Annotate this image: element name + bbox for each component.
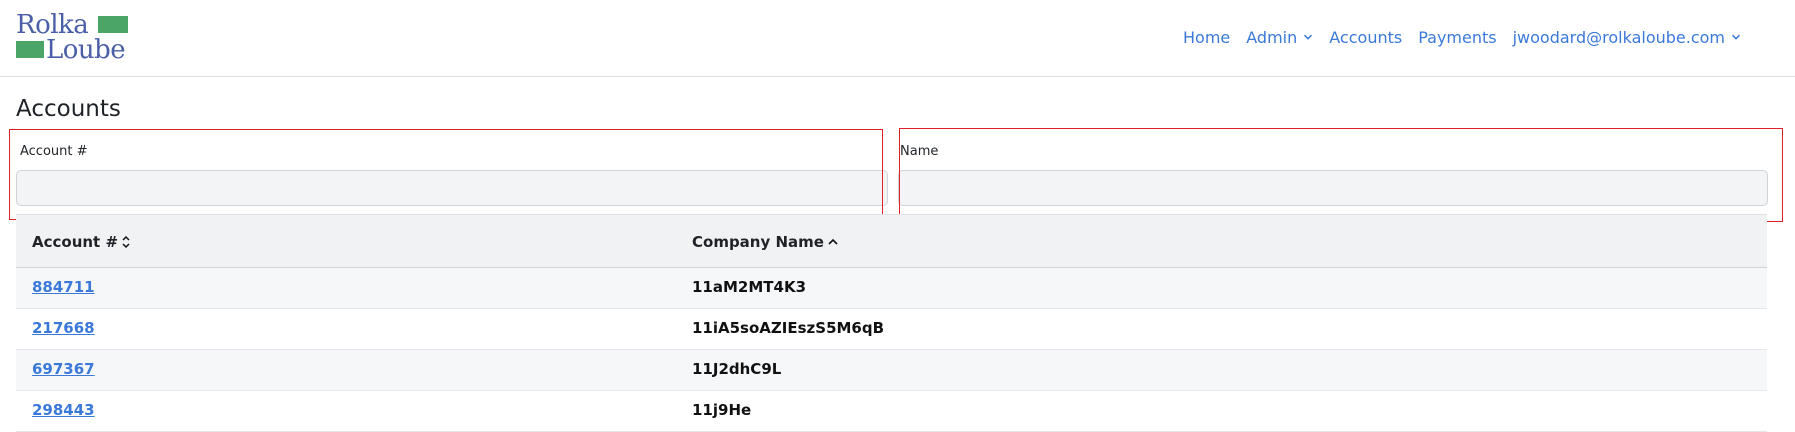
nav-user-dropdown[interactable]: jwoodard@rolkaloube.com	[1513, 28, 1741, 47]
logo-green-block-bottom	[16, 41, 44, 58]
logo-green-block-top	[98, 16, 128, 33]
company-name-cell: 11aM2MT4K3	[692, 278, 807, 296]
nav-admin-label: Admin	[1246, 27, 1298, 47]
account-number-filter-label: Account #	[20, 144, 88, 159]
nav-payments-link[interactable]: Payments	[1418, 28, 1496, 47]
table-row: 697367 11J2dhC9L	[16, 350, 1767, 391]
account-number-filter-input[interactable]	[16, 170, 888, 206]
main-nav: Home Admin Accounts Payments jwoodard@ro…	[1183, 25, 1741, 49]
accounts-table: Account # Company Name 884711 11aM2MT4K3…	[16, 214, 1767, 432]
account-number-link[interactable]: 217668	[32, 319, 95, 337]
name-filter-input[interactable]	[898, 170, 1768, 206]
sort-up-icon	[828, 238, 838, 245]
sort-both-icon	[122, 235, 130, 249]
account-number-link[interactable]: 884711	[32, 278, 95, 296]
brand-logo[interactable]: Rolka Loube	[16, 8, 132, 64]
nav-payments-label: Payments	[1418, 27, 1497, 47]
column-header-company-name[interactable]: Company Name	[692, 233, 839, 251]
table-row: 298443 11j9He	[16, 391, 1767, 432]
table-row: 217668 11iA5soAZIEszS5M6qB	[16, 309, 1767, 350]
table-row: 884711 11aM2MT4K3	[16, 268, 1767, 309]
account-number-link[interactable]: 697367	[32, 360, 95, 378]
column-header-company-label: Company Name	[692, 233, 824, 251]
chevron-down-icon	[1731, 34, 1741, 40]
company-name-cell: 11j9He	[692, 401, 752, 419]
nav-admin-dropdown[interactable]: Admin	[1246, 28, 1313, 47]
table-header-row: Account # Company Name	[16, 214, 1767, 268]
company-name-cell: 11iA5soAZIEszS5M6qB	[692, 319, 885, 337]
nav-user-email: jwoodard@rolkaloube.com	[1512, 27, 1725, 47]
nav-accounts-link[interactable]: Accounts	[1329, 28, 1402, 47]
nav-home-label: Home	[1183, 27, 1231, 47]
column-header-account-label: Account #	[32, 233, 119, 251]
nav-home-link[interactable]: Home	[1183, 28, 1230, 47]
nav-accounts-label: Accounts	[1329, 27, 1403, 47]
account-number-link[interactable]: 298443	[32, 401, 95, 419]
top-navbar: Rolka Loube Home Admin Accounts Payments…	[0, 0, 1795, 77]
company-name-cell: 11J2dhC9L	[692, 360, 782, 378]
logo-word-loube: Loube	[46, 35, 126, 65]
page-title: Accounts	[16, 96, 121, 122]
column-header-account-number[interactable]: Account #	[32, 233, 131, 251]
chevron-down-icon	[1304, 34, 1313, 40]
name-filter-label: Name	[900, 144, 939, 159]
